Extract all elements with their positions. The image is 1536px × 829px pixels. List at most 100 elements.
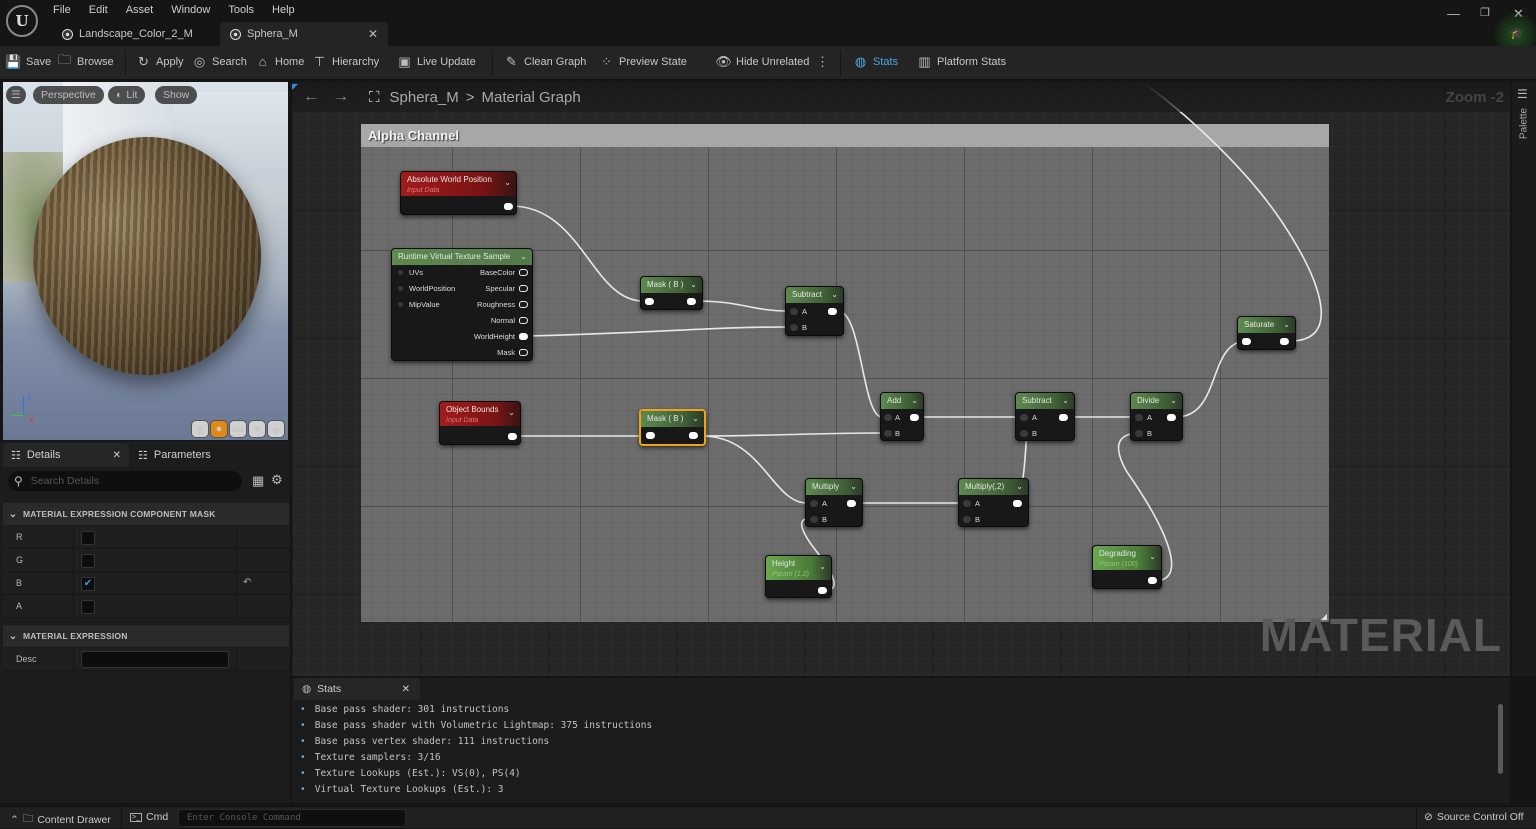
chevron-down-icon[interactable]: ⌄ [911, 393, 918, 409]
output-pin[interactable] [519, 301, 528, 308]
show-button[interactable]: Show [155, 86, 198, 104]
checkbox-b[interactable]: ✔ [81, 577, 95, 591]
live-update-button[interactable]: ▣ Live Update [397, 54, 475, 69]
close-stats-icon[interactable]: ✕ [402, 684, 410, 695]
input-pin[interactable] [1020, 430, 1028, 437]
input-pin[interactable] [1242, 338, 1251, 345]
stats-button[interactable]: ◍ Stats [853, 54, 898, 69]
node-saturate[interactable]: Saturate ⌄ [1237, 316, 1296, 350]
hide-unrelated-button[interactable]: 👁 Hide Unrelated [715, 54, 809, 69]
chevron-down-icon[interactable]: ⌄ [690, 277, 697, 293]
clean-graph-button[interactable]: ✎ Clean Graph [504, 54, 586, 69]
node-subtract[interactable]: Subtract ⌄ A B [785, 286, 844, 336]
cube-shape-button[interactable]: ■ [248, 420, 266, 438]
output-pin[interactable] [687, 298, 696, 305]
output-pin[interactable] [504, 203, 513, 210]
output-pin[interactable] [519, 349, 528, 356]
chevron-down-icon[interactable]: ⌄ [831, 287, 838, 303]
source-control-button[interactable]: ⊘ Source Control Off [1424, 811, 1524, 823]
checkbox-r[interactable] [81, 531, 95, 545]
node-object-bounds[interactable]: Object Bounds Input Data ⌄ [439, 401, 521, 445]
palette-sidebar[interactable]: ☰ Palette [1512, 82, 1536, 676]
close-tab-icon[interactable]: ✕ [368, 27, 378, 41]
node-mask-b-selected[interactable]: Mask ( B ) ⌄ [639, 409, 706, 446]
input-pin[interactable] [884, 430, 892, 437]
input-pin[interactable] [963, 500, 971, 507]
node-subtract-2[interactable]: Subtract ⌄ A B [1015, 392, 1075, 441]
chevron-down-icon[interactable]: ⌄ [1149, 551, 1156, 562]
output-pin[interactable] [910, 414, 919, 421]
hierarchy-button[interactable]: ⊤ Hierarchy [312, 54, 379, 69]
tab-stats[interactable]: ◍ Stats ✕ [294, 678, 420, 700]
plane-shape-button[interactable]: ▬ [229, 420, 247, 438]
input-pin[interactable] [1020, 414, 1028, 421]
table-view-icon[interactable]: ▦ [252, 473, 264, 489]
chevron-down-icon[interactable]: ⌄ [1016, 479, 1023, 495]
preview-state-button[interactable]: ⁘ Preview State [599, 54, 687, 69]
input-pin[interactable] [790, 308, 798, 315]
comment-title[interactable]: Alpha Channel [361, 124, 1329, 147]
output-pin[interactable] [519, 317, 528, 324]
menu-asset[interactable]: Asset [117, 3, 163, 17]
cmd-button[interactable]: >_ Cmd [130, 811, 168, 823]
input-pin[interactable] [645, 298, 654, 305]
apply-button[interactable]: ↻ Apply [136, 54, 183, 69]
cylinder-shape-button[interactable]: ▮ [191, 420, 209, 438]
output-pin[interactable] [519, 269, 528, 276]
checkbox-g[interactable] [81, 554, 95, 568]
node-add[interactable]: Add ⌄ A B [880, 392, 924, 441]
content-drawer-button[interactable]: ⌃ 🗀 Content Drawer [10, 811, 111, 829]
input-pin[interactable] [884, 414, 892, 421]
restore-button[interactable]: ❐ [1480, 6, 1490, 19]
chevron-down-icon[interactable]: ⌄ [692, 411, 699, 427]
search-details-input[interactable]: ⚲ Search Details [8, 471, 242, 491]
node-runtime-virtual-texture-sample[interactable]: Runtime Virtual Texture Sample ⌄ UVs Worl… [391, 248, 533, 361]
search-button[interactable]: ◎ Search [192, 54, 247, 69]
chevron-down-icon[interactable]: ⌄ [819, 561, 826, 572]
chevron-down-icon[interactable]: ⌄ [1170, 393, 1177, 409]
chevron-down-icon[interactable]: ⌄ [508, 407, 515, 418]
output-pin[interactable] [689, 432, 698, 439]
chevron-down-icon[interactable]: ⌄ [520, 249, 527, 265]
input-pin[interactable] [790, 324, 798, 331]
node-multiply[interactable]: Multiply ⌄ A B [805, 478, 863, 527]
node-degrading-param[interactable]: Degrading Param (100) ⌄ [1092, 545, 1162, 589]
output-pin[interactable] [508, 433, 517, 440]
breadcrumb-graph[interactable]: Material Graph [482, 89, 581, 106]
browse-button[interactable]: 🗀 Browse [57, 52, 114, 69]
chevron-down-icon[interactable]: ⌄ [1283, 317, 1290, 333]
more-options-icon[interactable]: ⋮ [815, 54, 830, 69]
input-pin[interactable] [963, 516, 971, 523]
viewport-menu-button[interactable]: ☰ [6, 86, 26, 104]
output-pin[interactable] [1280, 338, 1289, 345]
node-absolute-world-position[interactable]: Absolute World Position Input Data ⌄ [400, 171, 517, 215]
close-details-icon[interactable]: ✕ [113, 450, 121, 461]
forward-arrow-icon[interactable]: → [333, 88, 349, 106]
chevron-down-icon[interactable]: ⌄ [1062, 393, 1069, 409]
doc-tab-sphera[interactable]: Sphera_M ✕ [220, 22, 388, 46]
perspective-button[interactable]: Perspective [33, 86, 104, 104]
section-material-expression[interactable]: ⌄ MATERIAL EXPRESSION [3, 625, 289, 647]
platform-stats-button[interactable]: ▥ Platform Stats [917, 54, 1006, 69]
node-mask-b[interactable]: Mask ( B ) ⌄ [640, 276, 703, 310]
sphere-shape-button[interactable]: ● [210, 420, 228, 438]
back-arrow-icon[interactable]: ← [303, 88, 319, 106]
node-divide[interactable]: Divide ⌄ A B [1130, 392, 1183, 441]
reset-to-default-icon[interactable]: ↶ [243, 577, 251, 588]
breadcrumb-asset[interactable]: Sphera_M [390, 89, 459, 106]
output-pin[interactable] [818, 587, 827, 594]
menu-file[interactable]: File [44, 3, 80, 17]
lit-button[interactable]: ◐ Lit [108, 86, 146, 104]
output-pin[interactable] [1148, 577, 1157, 584]
output-pin[interactable] [1059, 414, 1068, 421]
node-height-param[interactable]: Height Param (1,2) ⌄ [765, 555, 832, 598]
input-pin[interactable] [810, 516, 818, 523]
stats-scrollbar[interactable] [1498, 704, 1503, 774]
input-pin[interactable] [810, 500, 818, 507]
output-pin[interactable] [828, 308, 837, 315]
desc-input[interactable] [81, 651, 229, 668]
tab-details[interactable]: ☷ Details ✕ [3, 443, 129, 467]
menu-edit[interactable]: Edit [80, 3, 117, 17]
custom-mesh-button[interactable]: ◆ [267, 420, 285, 438]
material-graph-canvas[interactable]: Alpha Channel ◢ Absolute World Position I… [292, 82, 1510, 676]
